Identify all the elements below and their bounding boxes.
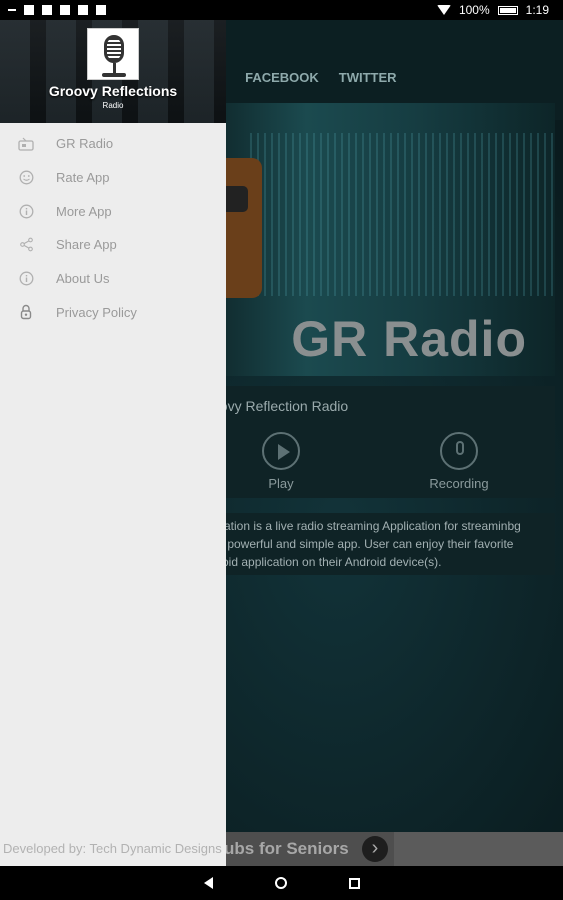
menu-item-label: More App [56, 203, 112, 219]
info-icon [18, 203, 34, 219]
app-logo [87, 28, 139, 80]
link-icon [96, 5, 106, 15]
clock: 1:19 [525, 3, 549, 17]
recording-button[interactable]: Recording [409, 432, 509, 491]
menu-item-rate-app[interactable]: Rate App [0, 161, 226, 195]
wifi-icon [436, 5, 451, 15]
lock-icon [18, 304, 34, 320]
info-icon [18, 271, 34, 287]
menu-item-label: Share App [56, 237, 117, 253]
menu-item-about-us[interactable]: About Us [0, 262, 226, 296]
play-label: Play [268, 476, 294, 491]
menu-item-more-app[interactable]: More App [0, 194, 226, 228]
tab-twitter[interactable]: TWITTER [339, 70, 397, 97]
description-line: y powerful and simple app. User can enjo… [218, 537, 514, 551]
home-icon[interactable] [274, 877, 287, 889]
tab-bar: O FACEBOOK TWITTER [215, 70, 397, 97]
chevron-right-icon[interactable]: › [362, 836, 388, 862]
navigation-drawer: Groovy Reflections Radio GR Radio Rate A… [0, 20, 226, 866]
drawer-header: Groovy Reflections Radio [0, 20, 226, 123]
mail-icon [60, 5, 70, 15]
battery-icon [497, 5, 518, 15]
menu-item-label: Privacy Policy [56, 304, 137, 320]
menu-item-label: Rate App [56, 170, 110, 186]
menu-item-gr-radio[interactable]: GR Radio [0, 127, 226, 161]
description-line: cation is a live radio streaming Applica… [218, 519, 521, 533]
developer-credit: Developed by: Tech Dynamic Designs [3, 841, 222, 856]
drawer-menu: GR Radio Rate App More App Share App Abo… [0, 127, 226, 329]
calendar-icon [24, 5, 34, 15]
brand-subtitle: Radio [102, 101, 124, 110]
menu-item-privacy-policy[interactable]: Privacy Policy [0, 295, 226, 329]
system-nav-bar [0, 866, 563, 900]
ad-image [394, 832, 563, 866]
station-name: oovy Reflection Radio [212, 398, 349, 414]
menu-item-label: GR Radio [56, 136, 114, 152]
microphone-icon [440, 432, 478, 470]
station-card: oovy Reflection Radio Play Recording [200, 386, 555, 498]
star-face-icon [18, 170, 34, 186]
brand-name: Groovy Reflections [48, 83, 178, 99]
recording-label: Recording [429, 476, 489, 491]
tab-facebook[interactable]: FACEBOOK [245, 70, 319, 97]
menu-item-label: About Us [56, 271, 110, 287]
description-card: cation is a live radio streaming Applica… [200, 513, 555, 575]
back-icon[interactable] [203, 877, 213, 889]
play-button[interactable]: Play [231, 432, 331, 491]
station-banner: GR Radio [200, 103, 555, 376]
status-bar: 100% 1:19 [0, 0, 563, 20]
battery-percent: 100% [458, 3, 490, 17]
banner-title: GR Radio [291, 311, 527, 367]
menu-item-share-app[interactable]: Share App [0, 228, 226, 262]
play-icon [262, 432, 300, 470]
more-notifications-icon [8, 9, 16, 11]
recent-apps-icon[interactable] [348, 877, 360, 889]
notification-icon [42, 5, 52, 15]
share-icon [18, 237, 34, 253]
sound-wave-art [250, 133, 555, 296]
description-line: roid application on their Android device… [218, 555, 442, 569]
radio-icon [18, 136, 34, 152]
ad-text: ubs for Seniors [224, 839, 349, 858]
mail-icon [78, 5, 88, 15]
